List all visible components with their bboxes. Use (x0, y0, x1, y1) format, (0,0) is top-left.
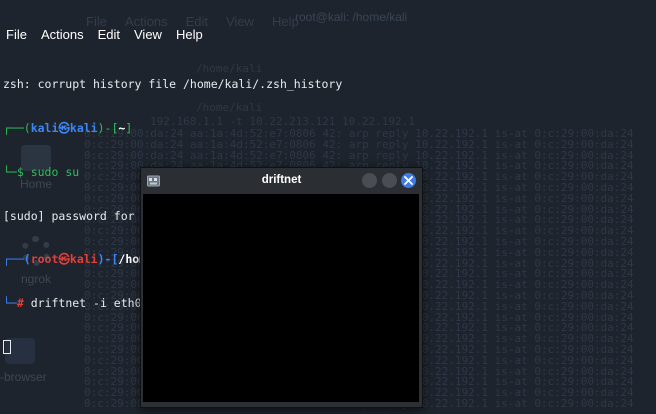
terminal-prompt-kali: ┌──(kali㉿kali)-[~] (3, 120, 133, 135)
close-icon (404, 176, 413, 185)
menu-actions[interactable]: Actions (41, 27, 84, 42)
driftnet-titlebar[interactable]: driftnet (141, 168, 422, 194)
maximize-button[interactable] (382, 173, 397, 188)
minimize-button[interactable] (362, 173, 377, 188)
desktop-icon-browser-label: e-browser (0, 370, 47, 384)
menu-file[interactable]: File (6, 27, 27, 42)
background-window-title: root@kali: /home/kali (295, 10, 408, 24)
terminal-line-history-warning: zsh: corrupt history file /home/kali/.zs… (3, 77, 343, 92)
terminal-menubar: File Actions Edit View Help (6, 27, 203, 42)
driftnet-image-canvas[interactable] (143, 194, 419, 402)
driftnet-window[interactable]: driftnet (140, 167, 423, 408)
bg-menu-view: View (226, 14, 254, 29)
menu-edit[interactable]: Edit (98, 27, 120, 42)
menu-view[interactable]: View (134, 27, 162, 42)
driftnet-window-title: driftnet (261, 174, 302, 186)
close-button[interactable] (401, 173, 416, 188)
bg-menu-help: Help (271, 14, 299, 29)
terminal-cursor (3, 340, 11, 355)
menu-help[interactable]: Help (176, 27, 203, 42)
